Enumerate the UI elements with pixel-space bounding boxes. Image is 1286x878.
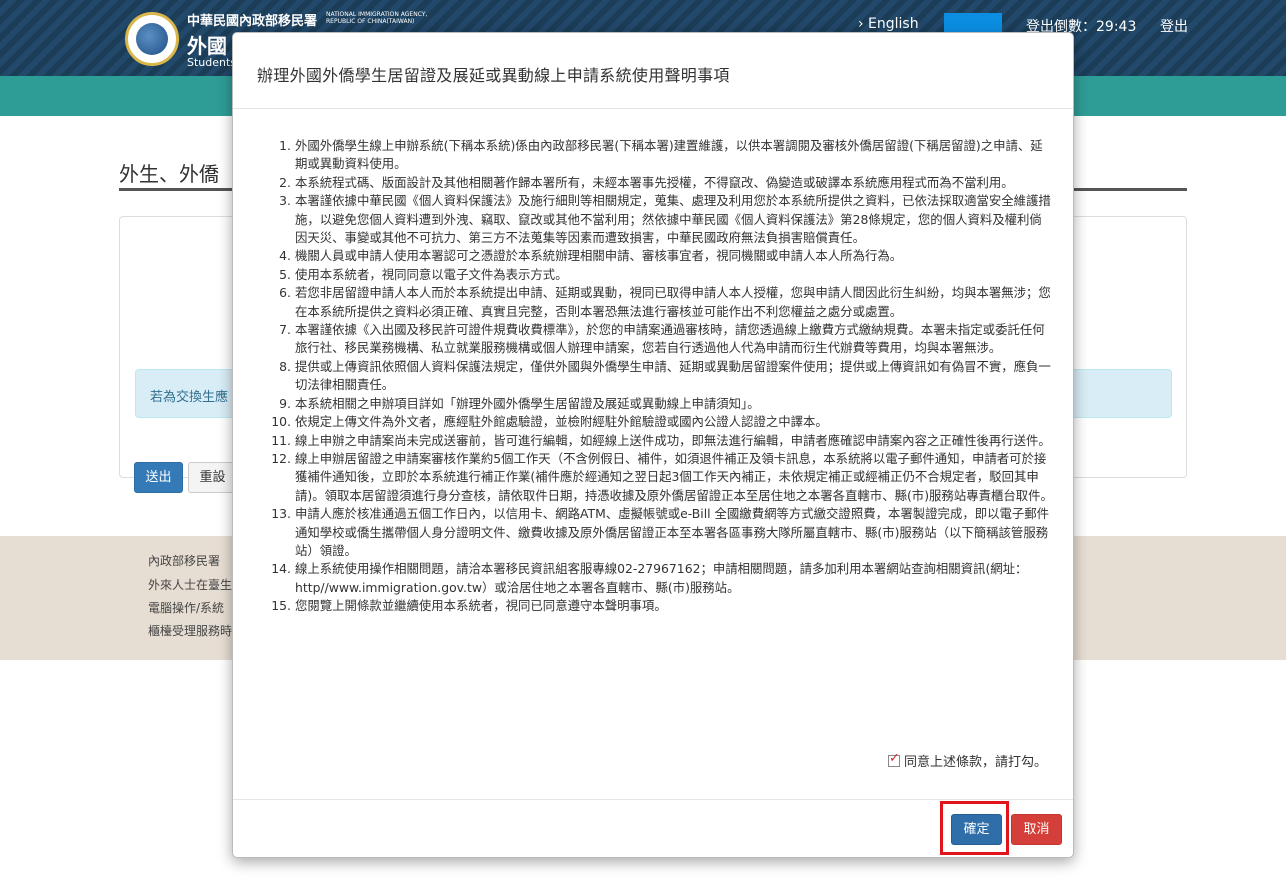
term-text: 申請人應於核准通過五個工作日內，以信用卡、網路ATM、虛擬帳號或e-Bill 全… xyxy=(295,506,1050,558)
term-text: 本系統相關之申辦項目詳如「辦理外國外僑學生居留證及展延或異動線上申請須知」。 xyxy=(295,395,760,411)
term-number: 14. xyxy=(271,561,291,577)
term-item: 7. 本署謹依據《入出國及移民許可證件規費收費標準》，於您的申請案通過審核時，請您… xyxy=(257,321,1053,358)
term-text: 線上系統使用操作相關問題，請洽本署移民資訊組客服專線02-27967162；申請… xyxy=(295,561,1028,595)
term-number: 11. xyxy=(271,432,291,448)
term-text: 本署謹依據中華民國《個人資料保護法》及施行細則等相關規定，蒐集、處理及利用您於本… xyxy=(295,193,1051,246)
check-mark-icon: ✓ xyxy=(888,751,900,766)
term-item: 6. 若您非居留證申請人本人而於本系統提出申請、延期或異動，視同已取得申請人本人授… xyxy=(257,284,1053,321)
term-number: 1. xyxy=(279,138,291,153)
modal-footer: 確定 取消 xyxy=(233,799,1073,857)
term-item: 2. 本系統程式碼、版面設計及其他相關著作歸本署所有，未經本署事先授權，不得竄改、… xyxy=(257,174,1053,192)
term-item: 3. 本署謹依據中華民國《個人資料保護法》及施行細則等相關規定，蒐集、處理及利用您… xyxy=(257,192,1053,247)
term-text: 線上申辦之申請案尚未完成送審前，皆可進行編輯，如經線上送件成功，即無法進行編輯，… xyxy=(295,432,1051,448)
term-text: 使用本系統者，視同同意以電子文件為表示方式。 xyxy=(295,266,568,282)
term-number: 10. xyxy=(271,414,291,430)
modal-header: 辦理外國外僑學生居留證及展延或異動線上申請系統使用聲明事項 xyxy=(233,33,1073,109)
term-number: 12. xyxy=(271,450,291,466)
terms-list: 1. 外國外僑學生線上申辦系統(下稱本系統)係由內政部移民署(下稱本署)建置維護，… xyxy=(257,137,1053,616)
term-item: 14. 線上系統使用操作相關問題，請洽本署移民資訊組客服專線02-27967162… xyxy=(257,560,1053,597)
cancel-button[interactable]: 取消 xyxy=(1011,814,1062,845)
term-item: 4. 機關人員或申請人使用本署認可之憑證於本系統辦理相關申請、審核事宜者，視同機關… xyxy=(257,247,1053,265)
term-text: 線上申辦居留證之申請案審核作業約5個工作天（不含例假日、補件，如須退件補正及領卡… xyxy=(295,450,1053,503)
term-number: 9. xyxy=(279,395,291,411)
term-text: 提供或上傳資訊依照個人資料保護法規定，僅供外國與外僑學生申請、延期或異動居留證案… xyxy=(295,358,1051,393)
term-number: 5. xyxy=(279,266,291,282)
term-number: 7. xyxy=(279,322,291,338)
term-item: 12. 線上申辦居留證之申請案審核作業約5個工作天（不含例假日、補件，如須退件補正… xyxy=(257,450,1053,505)
term-number: 4. xyxy=(279,248,291,264)
term-number: 15. xyxy=(271,598,291,614)
term-item: 11. 線上申辦之申請案尚未完成送審前，皆可進行編輯，如經線上送件成功，即無法進行… xyxy=(257,432,1053,450)
agree-checkbox[interactable]: ✓ xyxy=(887,751,900,767)
term-text: 本署謹依據《入出國及移民許可證件規費收費標準》，於您的申請案通過審核時，請您透過… xyxy=(295,322,1045,356)
term-number: 3. xyxy=(279,193,291,209)
term-text: 外國外僑學生線上申辦系統(下稱本系統)係由內政部移民署(下稱本署)建置維護，以供… xyxy=(295,138,1043,172)
term-text: 若您非居留證申請人本人而於本系統提出申請、延期或異動，視同已取得申請人本人授權，… xyxy=(295,285,1051,319)
modal-title: 辦理外國外僑學生居留證及展延或異動線上申請系統使用聲明事項 xyxy=(257,66,730,85)
term-item: 10. 依規定上傳文件為外文者，應經駐外館處驗證，並檢附經駐外館驗證或國內公證人認… xyxy=(257,413,1053,431)
term-text: 機關人員或申請人使用本署認可之憑證於本系統辦理相關申請、審核事宜者，視同機關或申… xyxy=(295,248,903,264)
term-item: 1. 外國外僑學生線上申辦系統(下稱本系統)係由內政部移民署(下稱本署)建置維護，… xyxy=(257,137,1053,174)
term-item: 5. 使用本系統者，視同同意以電子文件為表示方式。 xyxy=(257,266,1053,284)
term-item: 9. 本系統相關之申辦項目詳如「辦理外國外僑學生居留證及展延或異動線上申請須知」。 xyxy=(257,395,1053,413)
term-item: 13. 申請人應於核准通過五個工作日內，以信用卡、網路ATM、虛擬帳號或e-Bil… xyxy=(257,505,1053,560)
term-item: 15. 您閱覽上開條款並繼續使用本系統者，視同已同意遵守本聲明事項。 xyxy=(257,597,1053,615)
term-number: 6. xyxy=(279,285,291,301)
terms-modal: 辦理外國外僑學生居留證及展延或異動線上申請系統使用聲明事項 1. 外國外僑學生線上… xyxy=(232,32,1074,858)
term-text: 本系統程式碼、版面設計及其他相關著作歸本署所有，未經本署事先授權，不得竄改、偽變… xyxy=(295,174,1014,190)
term-text: 您閱覽上開條款並繼續使用本系統者，視同已同意遵守本聲明事項。 xyxy=(295,598,667,614)
term-number: 2. xyxy=(279,174,291,190)
modal-body: 1. 外國外僑學生線上申辦系統(下稱本系統)係由內政部移民署(下稱本署)建置維護，… xyxy=(233,125,1073,797)
confirm-button[interactable]: 確定 xyxy=(951,814,1002,845)
term-number: 13. xyxy=(271,506,291,522)
agree-label: 同意上述條款，請打勾。 xyxy=(903,755,1047,770)
term-number: 8. xyxy=(279,358,291,374)
agree-row: ✓ 同意上述條款，請打勾。 xyxy=(887,751,1047,770)
term-item: 8. 提供或上傳資訊依照個人資料保護法規定，僅供外國與外僑學生申請、延期或異動居留… xyxy=(257,358,1053,395)
term-text: 依規定上傳文件為外文者，應經駐外館處驗證，並檢附經駐外館驗證或國內公證人認證之中… xyxy=(295,414,828,430)
